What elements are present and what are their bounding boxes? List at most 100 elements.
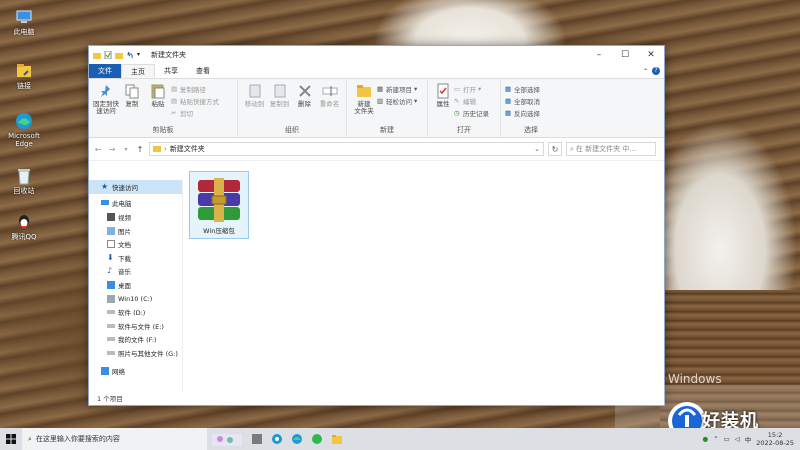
document-icon xyxy=(107,240,115,249)
file-explorer-icon[interactable] xyxy=(327,428,347,450)
edit-icon: ✎ xyxy=(454,97,460,105)
tab-view[interactable]: 查看 xyxy=(187,64,219,78)
nav-drive-c[interactable]: Win10 (C:) xyxy=(89,292,182,306)
address-bar[interactable]: › 新建文件夹 ⌄ xyxy=(149,142,544,156)
easy-access-icon: ▧ xyxy=(377,97,384,105)
pictures-icon xyxy=(107,226,115,235)
desktop-icon-edge[interactable]: Microsoft Edge xyxy=(4,112,44,148)
nav-documents[interactable]: 文档 xyxy=(89,237,182,251)
volume-icon[interactable]: ◁ xyxy=(735,435,740,443)
windows-watermark: Windows xyxy=(668,372,722,386)
new-group: 新建 文件夹 ▦ 新建项目 ▾ ▧ 轻松访问 ▾ 新建 xyxy=(347,79,428,137)
paste-shortcut-button[interactable]: ▤ 粘贴快捷方式 xyxy=(171,95,219,106)
desktop-icon-link[interactable]: 链接 xyxy=(4,62,44,90)
desktop-icon xyxy=(107,280,115,289)
quick-access-toolbar: ▾ xyxy=(93,50,145,60)
select-none-button[interactable]: ▦ 全部取消 xyxy=(505,95,540,106)
shortcut-icon xyxy=(15,62,33,80)
help-icon[interactable]: ? xyxy=(652,67,660,75)
paste-shortcut-icon: ▤ xyxy=(171,97,178,105)
network-icon[interactable]: ▭ xyxy=(724,435,730,443)
back-arrow-icon[interactable]: ← xyxy=(93,145,103,154)
tray-icon[interactable]: ● xyxy=(702,435,708,443)
settings-app-icon[interactable] xyxy=(247,428,267,450)
search-input[interactable]: ⌕ 在 新建文件夹 中... xyxy=(566,142,656,156)
select-none-icon: ▦ xyxy=(505,97,512,105)
tab-share[interactable]: 共享 xyxy=(155,64,187,78)
ime-icon[interactable]: 中 xyxy=(745,434,752,444)
delete-icon xyxy=(297,83,313,99)
desktop-icon-qq[interactable]: 腾讯QQ xyxy=(4,213,44,241)
open-group: 属性 ▭ 打开 ▾ ✎ 编辑 ◷ 历史记录 打开 xyxy=(428,79,501,137)
chevron-up-icon[interactable]: ⌃ xyxy=(713,435,718,443)
new-folder-icon[interactable] xyxy=(115,51,123,59)
select-all-button[interactable]: ▦ 全部选择 xyxy=(505,83,540,94)
file-item[interactable]: Win压缩包 xyxy=(189,171,249,239)
address-dropdown-icon[interactable]: ⌄ xyxy=(534,145,540,153)
folder-icon xyxy=(153,145,161,154)
copy-path-button[interactable]: ▤ 复制路径 xyxy=(171,83,219,94)
history-button[interactable]: ◷ 历史记录 xyxy=(454,107,489,118)
pin-icon xyxy=(98,83,114,99)
desktop-icon-recycle-bin[interactable]: 回收站 xyxy=(4,167,44,195)
easy-access-button[interactable]: ▧ 轻松访问 ▾ xyxy=(377,95,417,106)
close-button[interactable]: ✕ xyxy=(638,46,664,64)
copy-icon xyxy=(124,83,140,99)
nav-quick-access[interactable]: ★ 快速访问 xyxy=(89,180,182,194)
browser-icon[interactable] xyxy=(267,428,287,450)
rename-icon xyxy=(322,83,338,99)
window-title: 新建文件夹 xyxy=(151,51,186,59)
new-folder-icon xyxy=(356,83,372,99)
select-all-icon: ▦ xyxy=(505,85,512,93)
refresh-button[interactable]: ↻ xyxy=(548,142,562,156)
wechat-icon[interactable] xyxy=(307,428,327,450)
ribbon-tabs: 文件 主页 共享 查看 ⌃ ? xyxy=(89,64,664,79)
folder-icon xyxy=(93,51,101,59)
history-icon: ◷ xyxy=(454,109,460,117)
nav-drive-e[interactable]: 软件与文件 (E:) xyxy=(89,319,182,333)
cut-button[interactable]: ✂ 剪切 xyxy=(171,107,219,118)
open-icon: ▭ xyxy=(454,85,461,93)
clock[interactable]: 15:2 2022-08-25 xyxy=(756,431,794,447)
nav-network[interactable]: 网络 xyxy=(89,364,182,378)
edit-button[interactable]: ✎ 编辑 xyxy=(454,95,489,106)
forward-arrow-icon[interactable]: → xyxy=(107,145,117,154)
collapse-ribbon-icon[interactable]: ⌃ xyxy=(643,68,648,75)
nav-drive-f[interactable]: 我的文件 (F:) xyxy=(89,333,182,347)
edge-icon[interactable] xyxy=(287,428,307,450)
winrar-archive-icon xyxy=(194,176,244,224)
qq-icon xyxy=(15,213,33,231)
nav-drive-g[interactable]: 照片与其他文件 (G:) xyxy=(89,346,182,360)
nav-pictures[interactable]: 图片 xyxy=(89,224,182,238)
undo-icon[interactable] xyxy=(126,51,134,59)
chevron-down-icon[interactable]: ▾ xyxy=(137,51,145,59)
taskbar-search-input[interactable]: ⌕ 在这里输入你要搜索的内容 xyxy=(22,428,207,450)
recent-chevron-icon[interactable]: ▾ xyxy=(121,146,131,153)
properties-icon[interactable] xyxy=(104,50,112,60)
ribbon: 固定到快 速访问 复制 粘贴 ▤ 复制路径 ▤ 粘贴快捷方式 ✂ 剪切 剪贴板 移动到 xyxy=(89,79,664,138)
start-button[interactable] xyxy=(0,428,22,450)
copy-to-icon xyxy=(272,83,288,99)
tab-file[interactable]: 文件 xyxy=(89,64,121,78)
new-item-icon: ▦ xyxy=(377,85,384,93)
nav-this-pc[interactable]: 此电脑 xyxy=(89,197,182,211)
taskbar: ⌕ 在这里输入你要搜索的内容 ● ⌃ ▭ ◁ 中 15:2 2022-08-25 xyxy=(0,428,800,450)
nav-downloads[interactable]: ⬇ 下载 xyxy=(89,251,182,265)
minimize-button[interactable]: – xyxy=(586,46,612,64)
task-view-icon[interactable] xyxy=(207,428,247,450)
breadcrumb[interactable]: 新建文件夹 xyxy=(170,144,205,154)
nav-videos[interactable]: 视频 xyxy=(89,210,182,224)
new-item-button[interactable]: ▦ 新建项目 ▾ xyxy=(377,83,417,94)
open-button[interactable]: ▭ 打开 ▾ xyxy=(454,83,489,94)
explorer-window: ▾ 新建文件夹 – ☐ ✕ 文件 主页 共享 查看 ⌃ ? 固定到快 速访问 复… xyxy=(88,45,665,406)
invert-selection-button[interactable]: ▦ 反向选择 xyxy=(505,107,540,118)
up-arrow-icon[interactable]: ↑ xyxy=(135,145,145,154)
breadcrumb-separator: › xyxy=(164,145,167,153)
tab-home[interactable]: 主页 xyxy=(121,64,155,78)
system-tray: ● ⌃ ▭ ◁ 中 15:2 2022-08-25 xyxy=(702,431,800,447)
nav-drive-d[interactable]: 软件 (D:) xyxy=(89,305,182,319)
desktop-icon-this-pc[interactable]: 此电脑 xyxy=(4,8,44,36)
nav-desktop[interactable]: 桌面 xyxy=(89,278,182,292)
nav-music[interactable]: ♪ 音乐 xyxy=(89,265,182,279)
maximize-button[interactable]: ☐ xyxy=(612,46,638,64)
